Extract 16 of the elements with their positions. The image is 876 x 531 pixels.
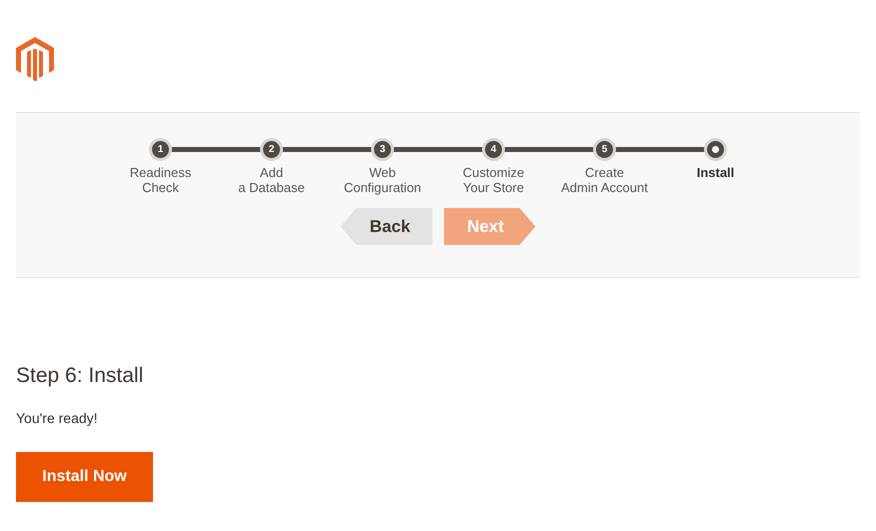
step-label: Web Configuration	[344, 165, 422, 195]
ready-message: You're ready!	[16, 409, 99, 428]
step-marker: 1	[149, 138, 172, 161]
step-label: Add a Database	[238, 165, 305, 195]
step-marker: 5	[593, 138, 616, 161]
step-label: Readiness Check	[130, 165, 192, 195]
step-marker: 2	[260, 138, 283, 161]
step-label: Install	[696, 165, 734, 180]
step-label: Customize Your Store	[462, 165, 524, 195]
step-marker: 3	[371, 138, 394, 161]
back-button[interactable]: Back	[340, 208, 432, 245]
logo-icon	[16, 37, 54, 81]
step-marker: 4	[482, 138, 505, 161]
step-heading: Step 6: Install	[16, 363, 144, 389]
step-label: Create Admin Account	[561, 165, 648, 195]
install-now-button[interactable]: Install Now	[16, 452, 153, 502]
